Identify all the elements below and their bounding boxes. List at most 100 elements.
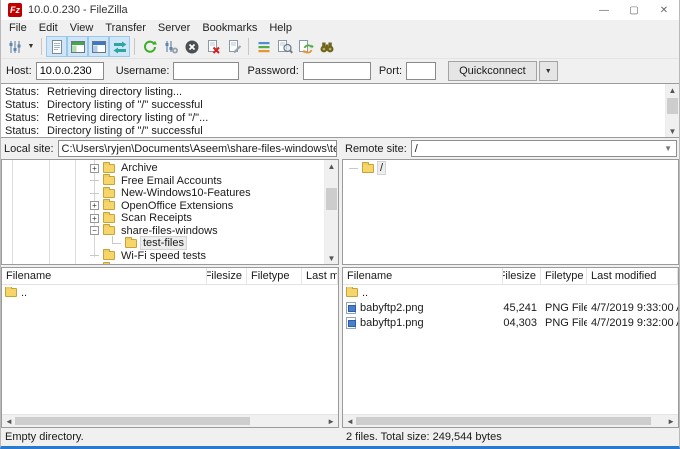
file-size: 104,303	[503, 317, 537, 329]
scroll-right-icon[interactable]: ►	[667, 417, 675, 426]
remote-horizontal-scrollbar[interactable]: ◄ ►	[343, 414, 678, 427]
host-input[interactable]	[36, 62, 104, 80]
file-type: PNG File	[545, 317, 587, 329]
local-site-combo[interactable]: C:\Users\ryjen\Documents\Aseem\share-fil…	[58, 140, 337, 157]
reconnect-button[interactable]	[223, 36, 244, 57]
scrollbar-thumb[interactable]	[15, 417, 250, 425]
cancel-icon	[184, 39, 200, 55]
folder-icon	[103, 201, 115, 210]
column-header-filesize[interactable]: Filesize	[503, 268, 541, 284]
column-header-filetype[interactable]: Filetype	[247, 268, 302, 284]
local-file-list[interactable]: ⌃ Filename Filesize Filetype Last modifi…	[1, 267, 339, 428]
quickconnect-dropdown-button[interactable]: ▼	[539, 61, 558, 81]
refresh-button[interactable]	[139, 36, 160, 57]
collapse-icon[interactable]: −	[90, 226, 99, 235]
tree-connector	[349, 168, 358, 169]
folder-icon	[362, 164, 374, 173]
file-row-babyftp2[interactable]: babyftp2.png 145,241 PNG File 4/7/2019 9…	[343, 300, 678, 315]
toggle-transfer-queue-button[interactable]	[109, 36, 130, 57]
directory-listing-filters-button[interactable]	[253, 36, 274, 57]
local-site-bar: Local site: C:\Users\ryjen\Documents\Ase…	[1, 140, 339, 157]
remote-pane: / Filename Filesize Filetype ⌃	[342, 159, 679, 446]
tree-connector	[90, 255, 99, 256]
local-list-header: ⌃ Filename Filesize Filetype Last modifi…	[2, 268, 338, 285]
tree-item-new-windows10-features[interactable]: New-Windows10-Features	[2, 187, 338, 200]
toolbar-separator	[134, 38, 135, 55]
scroll-left-icon[interactable]: ◄	[5, 417, 13, 426]
file-row-parent-dir[interactable]: ..	[343, 285, 678, 300]
menu-bar: File Edit View Transfer Server Bookmarks…	[1, 20, 679, 35]
log-line: Status: Retrieving directory listing...	[5, 86, 663, 99]
tree-item-free-email-accounts[interactable]: Free Email Accounts	[2, 175, 338, 188]
site-manager-dropdown-button[interactable]: ▼	[25, 36, 37, 57]
scroll-up-icon[interactable]: ▲	[666, 84, 679, 96]
expand-icon[interactable]: +	[90, 214, 99, 223]
tree-item-openoffice-extensions[interactable]: + OpenOffice Extensions	[2, 200, 338, 213]
remote-list-header: Filename Filesize Filetype ⌃ Last modifi…	[343, 268, 678, 285]
local-horizontal-scrollbar[interactable]: ◄ ►	[2, 414, 338, 427]
process-queue-button[interactable]	[160, 36, 181, 57]
local-pane: + Archive Free Email Accounts New-Window…	[1, 159, 339, 446]
tree-item-root[interactable]: /	[343, 162, 678, 175]
tree-item-partial	[2, 262, 338, 265]
expand-icon[interactable]: +	[90, 164, 99, 173]
quickconnect-bar: Host: Username: Password: Port: Quickcon…	[1, 59, 679, 83]
local-directory-tree[interactable]: + Archive Free Email Accounts New-Window…	[1, 159, 339, 265]
column-header-filesize[interactable]: Filesize	[207, 268, 247, 284]
log-vertical-scrollbar[interactable]: ▲ ▼	[665, 84, 679, 137]
password-input[interactable]	[303, 62, 371, 80]
maximize-button[interactable]: ▢	[619, 0, 649, 20]
window-controls: — ▢ ✕	[589, 0, 679, 20]
file-row-parent-dir[interactable]: ..	[2, 285, 338, 300]
folder-icon	[103, 164, 115, 173]
local-list-body[interactable]: ..	[2, 285, 338, 414]
find-files-button[interactable]	[316, 36, 337, 57]
column-header-last-modified[interactable]: Last modified	[302, 268, 338, 284]
scroll-down-icon[interactable]: ▼	[666, 125, 679, 137]
column-header-last-modified[interactable]: ⌃ Last modified	[587, 268, 678, 284]
column-header-filename[interactable]: ⌃ Filename	[2, 268, 207, 284]
tree-item-scan-receipts[interactable]: + Scan Receipts	[2, 212, 338, 225]
file-row-babyftp1[interactable]: babyftp1.png 104,303 PNG File 4/7/2019 9…	[343, 315, 678, 330]
site-manager-button[interactable]	[4, 36, 25, 57]
scroll-left-icon[interactable]: ◄	[346, 417, 354, 426]
tree-item-label: Archive	[119, 162, 160, 174]
toggle-message-log-button[interactable]	[46, 36, 67, 57]
chevron-down-icon: ▼	[28, 43, 35, 50]
menu-bookmarks[interactable]: Bookmarks	[196, 22, 263, 34]
column-header-filename[interactable]: Filename	[343, 268, 503, 284]
remote-directory-tree[interactable]: /	[342, 159, 679, 265]
column-header-filetype[interactable]: Filetype	[541, 268, 587, 284]
scrollbar-thumb[interactable]	[356, 417, 651, 425]
quickconnect-button[interactable]: Quickconnect	[448, 61, 537, 81]
directory-comparison-button[interactable]	[274, 36, 295, 57]
toggle-remote-tree-button[interactable]	[88, 36, 109, 57]
remote-site-combo[interactable]: / ▼	[411, 140, 677, 157]
menu-file[interactable]: File	[3, 22, 33, 34]
binoculars-icon	[319, 39, 335, 55]
tree-item-share-files-windows[interactable]: − share-files-windows	[2, 225, 338, 238]
tree-item-wifi-speed-tests[interactable]: Wi-Fi speed tests	[2, 250, 338, 263]
scroll-right-icon[interactable]: ►	[327, 417, 335, 426]
tree-item-test-files[interactable]: test-files	[2, 237, 338, 250]
menu-server[interactable]: Server	[152, 22, 196, 34]
menu-view[interactable]: View	[64, 22, 100, 34]
username-input[interactable]	[173, 62, 239, 80]
remote-file-list[interactable]: Filename Filesize Filetype ⌃ Last modifi…	[342, 267, 679, 428]
menu-help[interactable]: Help	[263, 22, 298, 34]
synchronized-browsing-button[interactable]	[295, 36, 316, 57]
port-input[interactable]	[406, 62, 436, 80]
tree-item-label: OpenOffice Extensions	[119, 200, 235, 212]
expand-icon[interactable]: +	[90, 201, 99, 210]
toggle-local-tree-button[interactable]	[67, 36, 88, 57]
close-button[interactable]: ✕	[649, 0, 679, 20]
minimize-button[interactable]: —	[589, 0, 619, 20]
menu-transfer[interactable]: Transfer	[99, 22, 152, 34]
remote-list-body[interactable]: .. babyftp2.png 145,241 PNG File 4/7/201…	[343, 285, 678, 414]
disconnect-button[interactable]	[202, 36, 223, 57]
scrollbar-thumb[interactable]	[667, 98, 678, 114]
cancel-operation-button[interactable]	[181, 36, 202, 57]
menu-edit[interactable]: Edit	[33, 22, 64, 34]
tree-item-archive[interactable]: + Archive	[2, 162, 338, 175]
chevron-down-icon[interactable]: ▼	[660, 144, 676, 153]
